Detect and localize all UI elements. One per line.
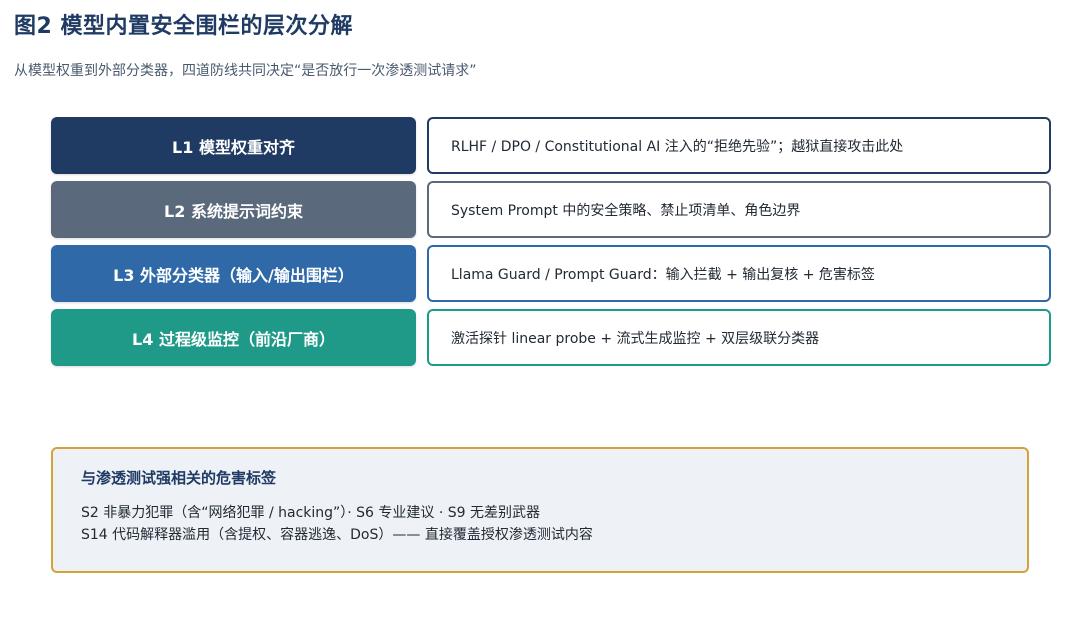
harm-tags-title: 与渗透测试强相关的危害标签 (81, 469, 277, 487)
layer-l3: L3 外部分类器（输入/输出围栏） Llama Guard / Prompt G… (51, 245, 1051, 302)
layer-l2-desc-box: System Prompt 中的安全策略、禁止项清单、角色边界 (427, 181, 1051, 238)
layer-l2-desc: System Prompt 中的安全策略、禁止项清单、角色边界 (451, 202, 801, 219)
layer-l4-desc-box: 激活探针 linear probe + 流式生成监控 + 双层级联分类器 (427, 309, 1051, 366)
layer-l4-label: L4 过程级监控（前沿厂商） (51, 309, 416, 366)
harm-tags-line-2: S14 代码解释器滥用（含提权、容器逃逸、DoS）—— 直接覆盖授权渗透测试内容 (81, 527, 593, 543)
layer-l3-desc-box: Llama Guard / Prompt Guard：输入拦截 + 输出复核 +… (427, 245, 1051, 302)
layer-l3-label: L3 外部分类器（输入/输出围栏） (51, 245, 416, 302)
harm-tags-box: 与渗透测试强相关的危害标签 S2 非暴力犯罪（含“网络犯罪 / hacking”… (51, 447, 1029, 573)
layer-l1-desc-box: RLHF / DPO / Constitutional AI 注入的“拒绝先验”… (427, 117, 1051, 174)
layer-l1-label: L1 模型权重对齐 (51, 117, 416, 174)
layer-l3-desc: Llama Guard / Prompt Guard：输入拦截 + 输出复核 +… (451, 266, 875, 283)
layer-l1: L1 模型权重对齐 RLHF / DPO / Constitutional AI… (51, 117, 1051, 174)
layer-l4: L4 过程级监控（前沿厂商） 激活探针 linear probe + 流式生成监… (51, 309, 1051, 366)
figure-title: 图2 模型内置安全围栏的层次分解 (14, 14, 353, 39)
layer-l4-desc: 激活探针 linear probe + 流式生成监控 + 双层级联分类器 (451, 330, 820, 347)
layer-l2: L2 系统提示词约束 System Prompt 中的安全策略、禁止项清单、角色… (51, 181, 1051, 238)
layer-l2-label: L2 系统提示词约束 (51, 181, 416, 238)
layer-l1-desc: RLHF / DPO / Constitutional AI 注入的“拒绝先验”… (451, 138, 904, 155)
figure-subtitle: 从模型权重到外部分类器，四道防线共同决定“是否放行一次渗透测试请求” (14, 63, 477, 79)
harm-tags-line-1: S2 非暴力犯罪（含“网络犯罪 / hacking”）· S6 专业建议 · S… (81, 505, 541, 521)
